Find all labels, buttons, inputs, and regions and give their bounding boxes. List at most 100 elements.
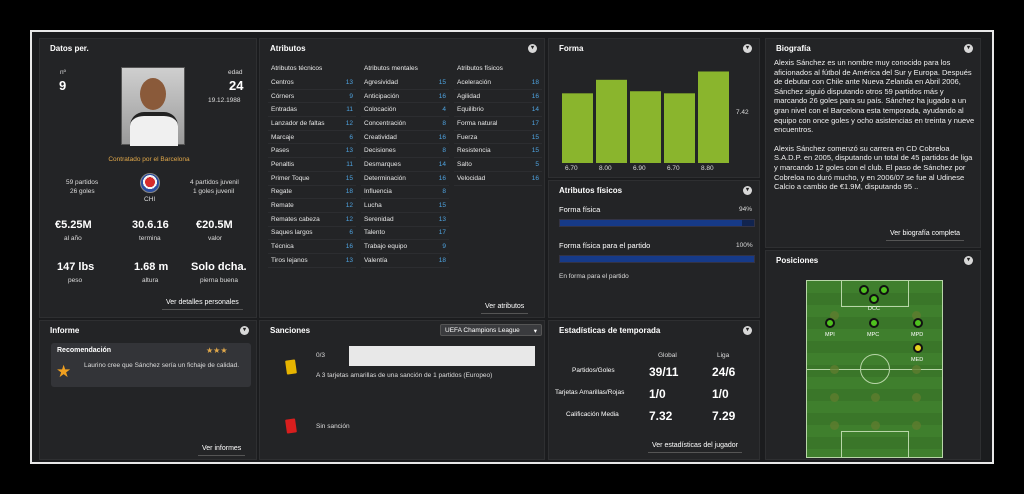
attribute-name: Entradas: [271, 106, 298, 114]
attribute-name: Penaltis: [271, 160, 295, 168]
attribute-name: Influencia: [364, 188, 392, 196]
chevron-down-icon[interactable]: ▾: [240, 325, 249, 335]
height-value: 1.68 m: [134, 261, 169, 273]
youth-goals: 1 goles juvenil: [193, 188, 235, 195]
recommendation-title: Recomendación: [57, 347, 112, 354]
attribute-row: Saques largos 6: [268, 227, 356, 241]
competition-select[interactable]: UEFA Champions League ▾: [440, 324, 542, 336]
attribute-name: Agilidad: [457, 92, 481, 100]
attribute-value: 12: [345, 202, 353, 210]
position-label-mpc: MPC: [867, 332, 880, 338]
attribute-name: Centros: [271, 78, 294, 86]
attribute-row: Agilidad 16: [454, 90, 542, 104]
attribute-name: Equilibrio: [457, 106, 484, 114]
nation-flag-icon: [140, 173, 160, 193]
physical-attributes: Atributos físicos Aceleración 18 Agilidad 16…: [454, 65, 542, 186]
attribute-value: 6: [349, 133, 353, 141]
red-text: Sin sanción: [316, 423, 350, 430]
attribute-row: Colocación 4: [361, 103, 449, 118]
player-photo: [121, 67, 185, 146]
position-marker: [912, 421, 921, 430]
season-league-value: 7.29: [712, 409, 736, 423]
position-mpc: [869, 318, 879, 328]
attribute-value: 16: [438, 92, 446, 100]
biography-paragraph: Alexis Sánchez es un nombre muy conocido…: [774, 58, 975, 135]
attribute-row: Marcaje 6: [268, 131, 356, 145]
weight-label: peso: [68, 277, 83, 284]
fitness-pct: 94%: [739, 206, 753, 213]
attribute-value: 11: [346, 106, 353, 114]
form-average: 7.42: [736, 109, 749, 116]
match-fitness-label: Forma física para el partido: [559, 241, 651, 250]
contract-end-label: termina: [139, 235, 161, 242]
attribute-name: Determinación: [364, 174, 406, 182]
chevron-down-icon[interactable]: ▾: [743, 43, 752, 53]
attribute-row: Regate 18: [268, 186, 356, 200]
attribute-name: Desmarques: [364, 160, 401, 168]
position-label-dcc: DCC: [868, 306, 880, 312]
position-marker: [830, 393, 839, 402]
form-bar: [596, 79, 627, 163]
season-row-label: Tarjetas Amarillas/Rojas: [555, 389, 625, 396]
position-marker: [912, 365, 921, 374]
personal-details-link[interactable]: Ver detalles personales: [162, 299, 243, 310]
chevron-down-icon[interactable]: ▾: [528, 43, 537, 53]
chevron-down-icon[interactable]: ▾: [964, 255, 973, 265]
attribute-value: 15: [531, 133, 539, 141]
senior-matches: 59 partidos: [66, 179, 99, 186]
attribute-row: Tiros lejanos 13: [268, 254, 356, 268]
form-bar-label: 6.70: [565, 165, 578, 172]
position-marker: [830, 421, 839, 430]
chevron-down-icon[interactable]: ▾: [964, 43, 973, 53]
dob-value: 19.12.1988: [208, 97, 241, 104]
reports-link[interactable]: Ver informes: [198, 445, 246, 456]
attribute-row: Lanzador de faltas 12: [268, 117, 356, 131]
attribute-name: Remate: [271, 202, 294, 210]
age-label: edad: [228, 69, 243, 76]
season-row-label: Partidos/Goles: [572, 367, 615, 374]
form-bar-label: 8.80: [701, 165, 714, 172]
attributes-link[interactable]: Ver atributos: [481, 303, 529, 314]
attribute-value: 5: [535, 160, 539, 168]
competition-value: UEFA Champions League: [445, 327, 520, 334]
season-global-value: 1/0: [649, 387, 666, 401]
personal-panel: Datos per. nº 9 edad 24 19.12.1988 Contr…: [39, 38, 257, 318]
attribute-row: Concentración 8: [361, 117, 449, 131]
attribute-name: Serenidad: [364, 215, 394, 223]
player-stats-link[interactable]: Ver estadísticas del jugador: [648, 442, 742, 453]
form-bar: [664, 93, 695, 163]
attributes-title: Atributos: [270, 43, 306, 53]
attributes-panel: Atributos ▾ Atributos técnicos Centros 13 Có…: [259, 38, 545, 318]
form-bar-label: 6.70: [667, 165, 680, 172]
attribute-row: Penaltis 11: [268, 158, 356, 172]
form-bars: [562, 71, 729, 163]
attribute-value: 16: [345, 243, 353, 251]
season-league-value: 24/6: [712, 365, 736, 379]
contract-text: Contratado por el Barcelona: [108, 156, 190, 163]
fitness-title: Atributos físicos: [559, 185, 623, 195]
attribute-name: Salto: [457, 160, 472, 168]
biography-title: Biografía: [776, 43, 811, 53]
attribute-value: 14: [531, 106, 539, 114]
physical-header: Atributos físicos: [457, 65, 503, 72]
attribute-row: Talento 17: [361, 227, 449, 241]
recommendation-text: Laurino cree que Sánchez sería un fichaj…: [84, 362, 240, 369]
form-title: Forma: [559, 43, 584, 53]
attribute-value: 13: [438, 215, 446, 223]
attribute-value: 15: [531, 147, 539, 155]
attribute-value: 18: [531, 78, 539, 86]
value-label: valor: [208, 235, 223, 242]
position-marker: [830, 365, 839, 374]
full-biography-link[interactable]: Ver biografía completa: [886, 230, 965, 241]
attribute-value: 12: [345, 119, 353, 127]
shirt-number: 9: [59, 78, 67, 93]
attribute-name: Agresividad: [364, 78, 398, 86]
senior-goals: 26 goles: [70, 188, 95, 195]
chevron-down-icon[interactable]: ▾: [743, 185, 752, 195]
attribute-name: Pases: [271, 147, 290, 155]
match-fitness-bar: [559, 255, 755, 263]
position-marker: [871, 421, 880, 430]
chevron-down-icon[interactable]: ▾: [743, 325, 752, 335]
height-label: altura: [142, 277, 159, 284]
form-bar: [698, 71, 729, 163]
